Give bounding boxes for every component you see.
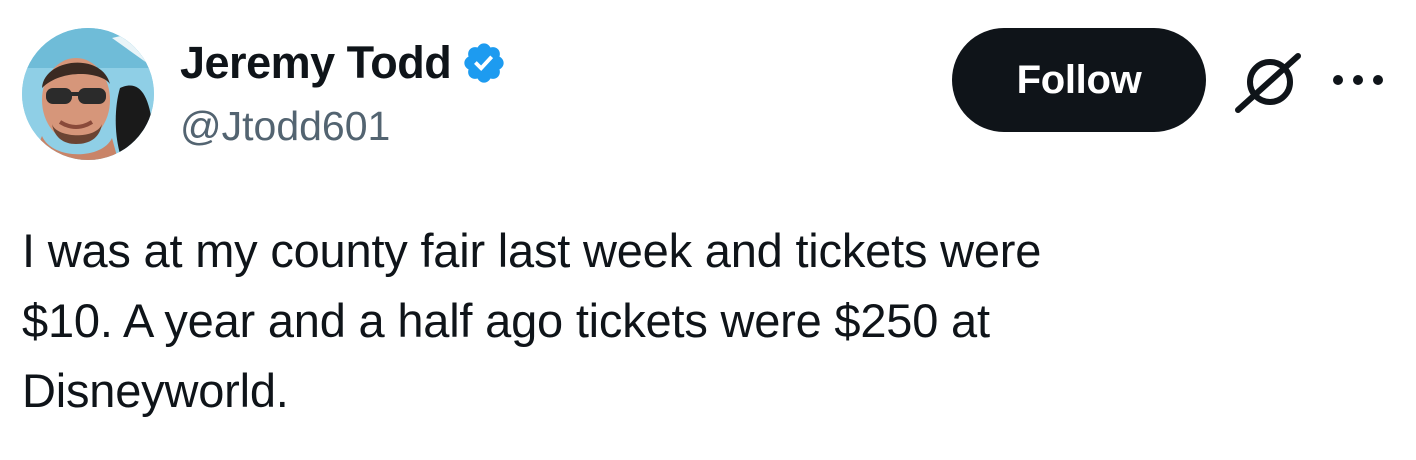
grok-icon[interactable] bbox=[1232, 50, 1304, 114]
tweet-text: I was at my county fair last week and ti… bbox=[22, 224, 1042, 417]
follow-button[interactable]: Follow bbox=[952, 28, 1206, 132]
author-handle[interactable]: @Jtodd601 bbox=[180, 100, 390, 152]
tweet-card: Jeremy Todd @Jtodd601 Follow I was at my… bbox=[0, 0, 1416, 460]
verified-badge-icon[interactable] bbox=[461, 40, 507, 86]
more-dots-icon[interactable] bbox=[1326, 62, 1390, 98]
author-display-name[interactable]: Jeremy Todd bbox=[180, 36, 452, 90]
author-name-row: Jeremy Todd bbox=[180, 36, 507, 90]
avatar-photo bbox=[22, 28, 154, 160]
avatar[interactable] bbox=[22, 28, 154, 160]
